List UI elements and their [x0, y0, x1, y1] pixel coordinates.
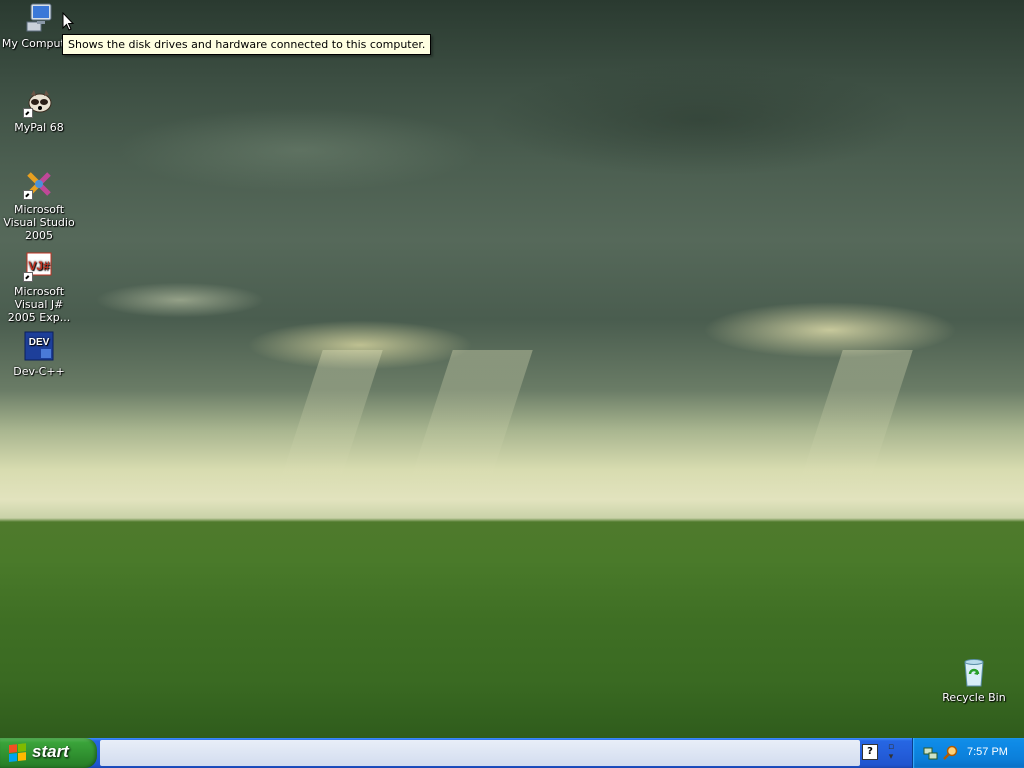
light-ray: [797, 350, 913, 490]
visual-jsharp-icon: VJ#: [23, 250, 55, 282]
desktop-icon-mypal[interactable]: MyPal 68: [1, 86, 77, 134]
shortcut-arrow-icon: [23, 190, 33, 200]
desktop-icon-label: Microsoft Visual J# 2005 Exp...: [7, 285, 71, 324]
svg-text:VJ#: VJ#: [28, 259, 50, 273]
my-computer-icon: [23, 2, 55, 34]
visual-studio-icon: [23, 168, 55, 200]
desktop-icon-recycle-bin[interactable]: Recycle Bin: [936, 656, 1012, 704]
taskbar-button-area[interactable]: [100, 740, 860, 766]
tooltip: Shows the disk drives and hardware conne…: [62, 34, 432, 55]
search-tray-icon[interactable]: [943, 745, 959, 761]
system-tray: 7:57 PM: [912, 738, 1024, 768]
language-bar-help-icon[interactable]: ?: [862, 744, 878, 760]
shortcut-arrow-icon: [23, 108, 33, 118]
clock[interactable]: 7:57 PM: [967, 746, 1008, 758]
recycle-bin-icon: [958, 656, 990, 688]
taskbar: start ? ▫ ▾ 7:57 PM: [0, 738, 1024, 768]
desktop-icon-visual-studio[interactable]: Microsoft Visual Studio 2005: [1, 168, 77, 242]
desktop-wallpaper[interactable]: My Computer MyPal 68 Microsoft Visual St…: [0, 0, 1024, 738]
start-button[interactable]: start: [0, 738, 97, 768]
language-bar-options-icon[interactable]: ▫ ▾: [884, 742, 898, 764]
devcpp-icon: DEV: [23, 330, 55, 362]
desktop-icon-devcpp[interactable]: DEV Dev-C++: [1, 330, 77, 378]
mypal-raccoon-icon: [23, 86, 55, 118]
light-ray: [277, 350, 383, 490]
desktop-icon-visual-jsharp[interactable]: VJ# Microsoft Visual J# 2005 Exp...: [1, 250, 77, 324]
windows-flag-icon: [9, 743, 26, 762]
shortcut-arrow-icon: [23, 272, 33, 282]
desktop-icon-label: Dev-C++: [13, 365, 65, 378]
desktop-icon-label: MyPal 68: [14, 121, 64, 134]
desktop-icon-label: Microsoft Visual Studio 2005: [3, 203, 75, 242]
desktop-icon-label: Recycle Bin: [942, 691, 1006, 704]
light-ray: [407, 350, 533, 490]
mouse-cursor-icon: [62, 12, 75, 31]
start-label: start: [32, 742, 69, 761]
svg-text:DEV: DEV: [29, 337, 50, 348]
network-tray-icon[interactable]: [923, 745, 939, 761]
